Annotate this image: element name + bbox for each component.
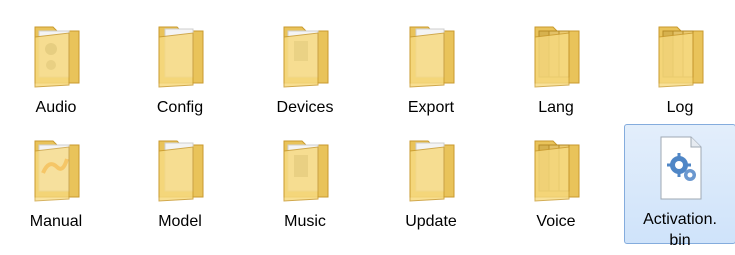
folder-music-icon <box>278 131 334 203</box>
folder-stack-icon <box>529 131 585 203</box>
folder-devices-icon <box>278 17 334 89</box>
folder-item-audio[interactable]: Audio <box>0 10 112 130</box>
folder-item-model[interactable]: Model <box>124 124 236 244</box>
folder-manual-icon <box>29 131 85 203</box>
folder-label: Manual <box>29 213 83 230</box>
folder-item-lang[interactable]: Lang <box>500 10 612 130</box>
system-file-gear-icon <box>653 131 709 203</box>
folder-item-log[interactable]: Log <box>624 10 735 130</box>
folder-label: Lang <box>538 99 574 116</box>
folder-icon <box>153 17 209 89</box>
folder-icon <box>404 131 460 203</box>
folder-label: Log <box>666 99 694 116</box>
folder-label: Audio <box>35 99 77 116</box>
folder-stack-icon <box>653 17 709 89</box>
folder-item-voice[interactable]: Voice <box>500 124 612 244</box>
folder-label: Model <box>158 213 202 230</box>
folder-item-manual[interactable]: Manual <box>0 124 112 244</box>
folder-label: Devices <box>276 99 334 116</box>
folder-item-export[interactable]: Export <box>375 10 487 130</box>
folder-item-config[interactable]: Config <box>124 10 236 130</box>
folder-audio-icon <box>29 17 85 89</box>
folder-item-update[interactable]: Update <box>375 124 487 244</box>
folder-item-devices[interactable]: Devices <box>249 10 361 130</box>
file-label: Activation. bin <box>643 211 717 249</box>
folder-label: Voice <box>536 213 576 230</box>
folder-stack-icon <box>529 17 585 89</box>
folder-icon <box>404 17 460 89</box>
folder-icon <box>153 131 209 203</box>
folder-label: Update <box>405 213 457 230</box>
folder-label: Export <box>407 99 455 116</box>
folder-label: Config <box>156 99 204 116</box>
folder-item-music[interactable]: Music <box>249 124 361 244</box>
folder-label: Music <box>284 213 326 230</box>
file-explorer-view: Audio Config Devices Export Lang Log Man… <box>0 0 735 255</box>
file-item-activation-bin[interactable]: Activation. bin <box>624 124 735 249</box>
